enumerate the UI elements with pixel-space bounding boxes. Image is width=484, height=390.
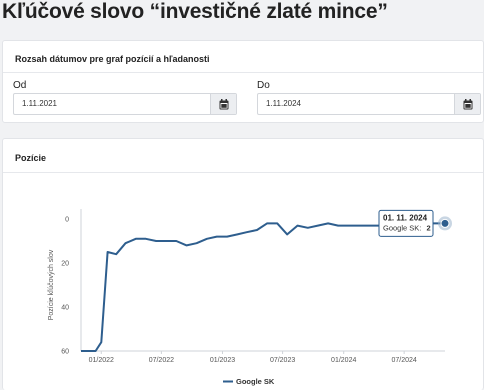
hover-point[interactable] bbox=[440, 218, 450, 228]
positions-chart: 0204060 01/2022 07/2022 01/2023 07/2023 01/2… bbox=[48, 209, 452, 386]
y-tick-label: 0 bbox=[65, 217, 69, 224]
x-tick-label: 01/2024 bbox=[331, 357, 356, 364]
positions-header: Pozície bbox=[15, 153, 47, 163]
to-calendar-button[interactable] bbox=[454, 94, 480, 114]
tooltip-series-label: Google SK: bbox=[383, 223, 421, 232]
from-calendar-button[interactable] bbox=[210, 94, 236, 114]
y-tick-label: 60 bbox=[61, 349, 69, 356]
y-tick-label: 20 bbox=[61, 261, 69, 268]
to-date-value[interactable]: 1.11.2024 bbox=[258, 94, 454, 114]
page-title: Kľúčové slovo “investičné zlaté mince” bbox=[2, 0, 388, 23]
y-ticks: 0 20 40 60 bbox=[61, 217, 69, 356]
chart-legend[interactable]: Google SK bbox=[223, 377, 275, 386]
from-label: Od bbox=[13, 80, 27, 91]
series-line-google-sk bbox=[81, 222, 445, 352]
x-ticks: 01/2022 07/2022 01/2023 07/2023 01/2024 07/20… bbox=[89, 351, 417, 364]
divider bbox=[3, 72, 483, 73]
y-tick-label: 40 bbox=[61, 305, 69, 312]
series-points bbox=[80, 223, 446, 352]
to-date-field[interactable]: 1.11.2024 bbox=[257, 93, 481, 115]
x-tick-label: 01/2022 bbox=[89, 357, 114, 364]
tooltip-value: 2 bbox=[426, 223, 430, 232]
calendar-icon bbox=[463, 98, 472, 109]
positions-card: Pozície 0 20 40 60 01/2022 07/2022 01/2023 07/… bbox=[2, 138, 484, 390]
x-tick-label: 07/2023 bbox=[270, 357, 295, 364]
tooltip-date: 01. 11. 2024 bbox=[383, 213, 428, 222]
legend-label-google-sk[interactable]: Google SK bbox=[236, 377, 275, 386]
chart-tooltip: 01. 11. 2024 Google SK: 2 bbox=[378, 209, 434, 237]
to-label: Do bbox=[257, 80, 270, 91]
calendar-icon bbox=[219, 98, 228, 109]
from-date-field[interactable]: 1.11.2021 bbox=[13, 93, 237, 115]
x-tick-label: 01/2023 bbox=[210, 357, 235, 364]
x-tick-label: 07/2024 bbox=[391, 357, 416, 364]
from-date-value[interactable]: 1.11.2021 bbox=[14, 94, 210, 114]
date-range-header: Rozsah dátumov pre graf pozícií a hľadan… bbox=[15, 54, 210, 64]
x-tick-label: 07/2022 bbox=[149, 357, 174, 364]
date-range-card: Rozsah dátumov pre graf pozícií a hľadan… bbox=[2, 40, 484, 123]
y-axis-title: Pozície kľúčových slov bbox=[48, 249, 55, 320]
